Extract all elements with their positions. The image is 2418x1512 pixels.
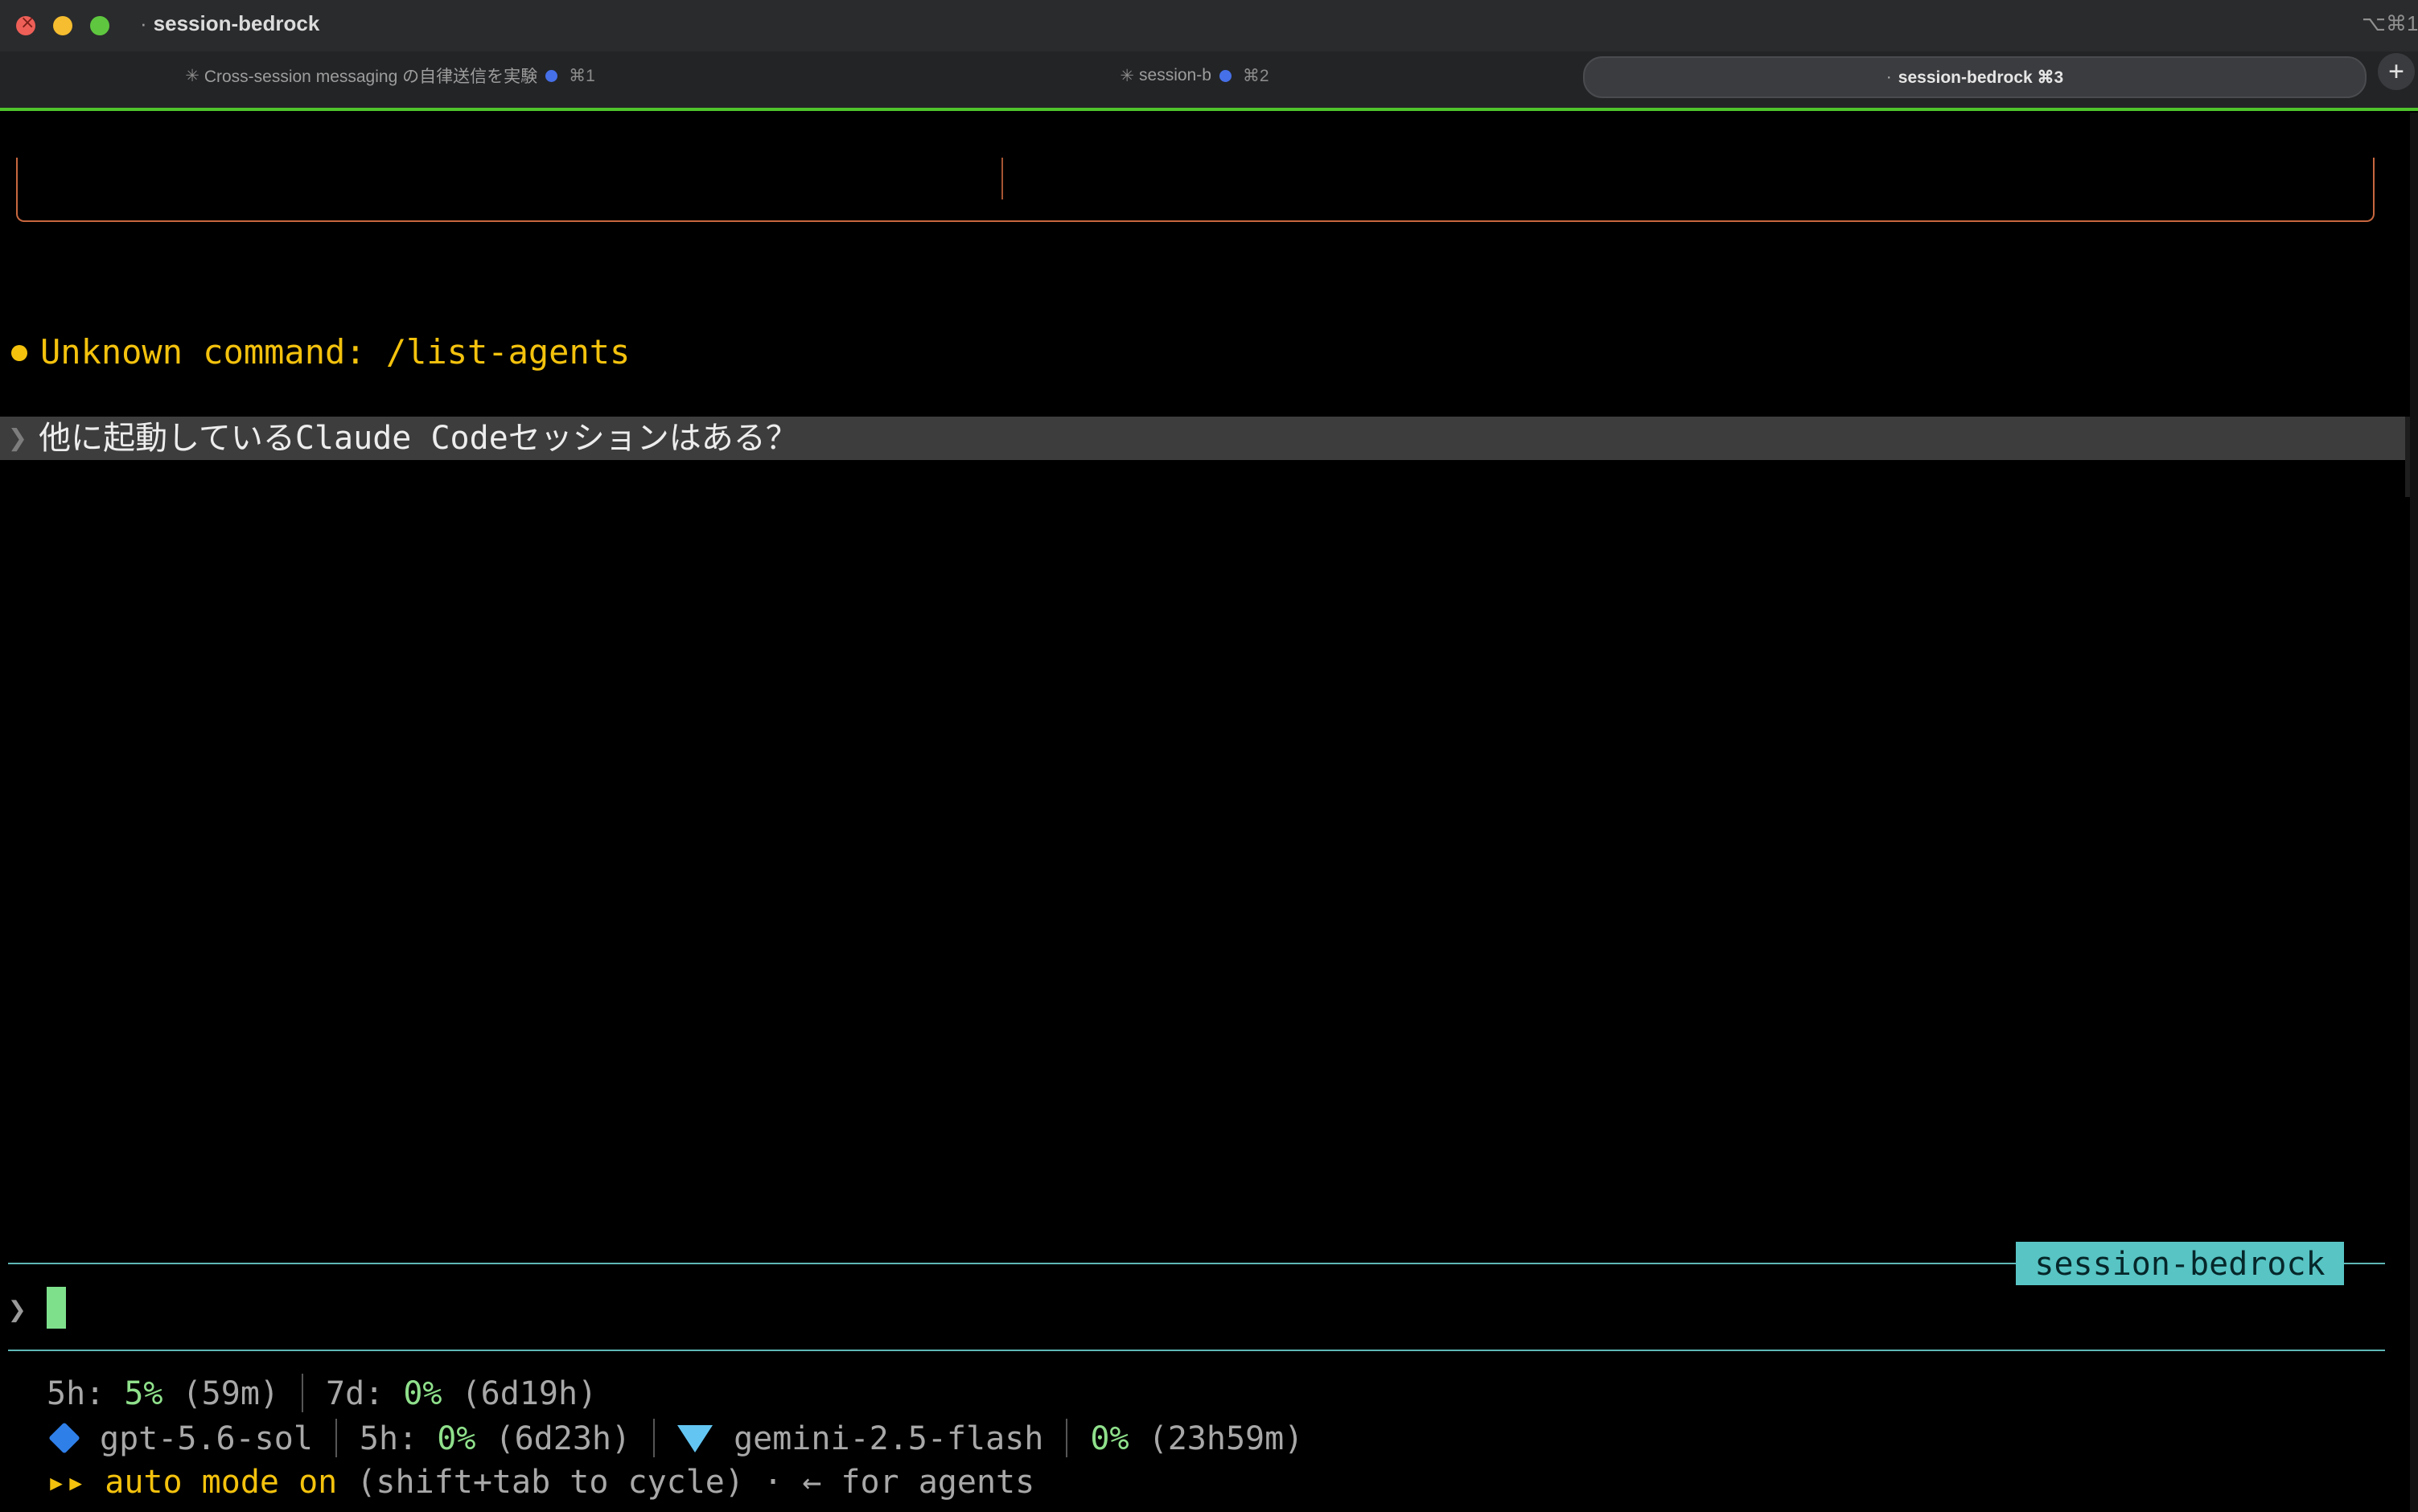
mode-status-line: ▸▸ auto mode on (shift+tab to cycle) · ←… bbox=[47, 1461, 1034, 1504]
input-separator-bottom bbox=[8, 1350, 2385, 1351]
model-2-percent: 0% bbox=[1090, 1420, 1129, 1457]
tab-label: Cross-session messaging の自律送信を実験 bbox=[204, 68, 538, 86]
divider bbox=[302, 1374, 303, 1412]
window-shortcut: ⌥⌘1 bbox=[2362, 11, 2418, 35]
unknown-command-message: Unknown command: /list-agents bbox=[8, 330, 630, 375]
tab-session-bedrock[interactable]: · session-bedrock ⌘3 bbox=[1583, 56, 2367, 98]
window-edge bbox=[2410, 113, 2418, 1512]
tab-session-b[interactable]: ✳ session-b ⌘2 bbox=[772, 56, 1617, 95]
text-cursor[interactable] bbox=[47, 1287, 66, 1329]
window-title-text: session-bedrock bbox=[153, 11, 320, 35]
minimize-window-button[interactable] bbox=[53, 16, 72, 35]
divider bbox=[335, 1419, 337, 1457]
close-window-button[interactable] bbox=[16, 13, 35, 35]
title-bar: ·session-bedrock ⌥⌘1 bbox=[0, 0, 2418, 51]
maximize-window-button[interactable] bbox=[90, 16, 109, 35]
window-title: · session-bedrock bbox=[140, 11, 319, 36]
user-message-row: ❯ 他に起動しているClaude Codeセッションはある？ bbox=[0, 417, 2405, 460]
usage-status-line: 5h: 5% (59m) 7d: 0% (6d19h) bbox=[47, 1372, 597, 1417]
title-dot: · bbox=[140, 11, 147, 35]
bullet-icon bbox=[11, 344, 27, 361]
tab-bar: ✳ Cross-session messaging の自律送信を実験 ⌘1 ✳ … bbox=[0, 51, 2418, 109]
gem-icon bbox=[677, 1425, 713, 1452]
tab-cross-session-messaging[interactable]: ✳ Cross-session messaging の自律送信を実験 ⌘1 bbox=[16, 56, 764, 95]
spark-icon: ✳ bbox=[1120, 66, 1135, 85]
model-2-reset: (23h59m) bbox=[1129, 1420, 1304, 1457]
mode-hint: (shift+tab to cycle) · ← for agents bbox=[337, 1464, 1035, 1501]
model-1-name: gpt-5.6-sol bbox=[100, 1420, 313, 1457]
tab-shortcut: ⌘1 bbox=[569, 66, 595, 85]
model-1-usage-label: 5h: bbox=[359, 1420, 438, 1457]
active-accent-line bbox=[0, 108, 2418, 111]
prompt-chevron-icon: ❯ bbox=[8, 1292, 27, 1327]
usage-5h-reset: (59m) bbox=[162, 1375, 279, 1412]
spark-icon: ✳ bbox=[185, 66, 199, 85]
box-divider bbox=[1001, 158, 1003, 199]
session-name-badge: session-bedrock bbox=[2016, 1242, 2344, 1285]
activity-dot-icon bbox=[1219, 69, 1232, 82]
model-status-line: gpt-5.6-sol 5h: 0% (6d23h) gemini-2.5-flas… bbox=[47, 1417, 1303, 1462]
usage-5h-label: 5h: bbox=[47, 1375, 125, 1412]
message-text: Unknown command: /list-agents bbox=[40, 332, 631, 372]
tab-label: session-bedrock ⌘3 bbox=[1898, 68, 2064, 87]
tab-dot: · bbox=[1885, 68, 1892, 86]
divider bbox=[1066, 1419, 1068, 1457]
model-2-name: gemini-2.5-flash bbox=[734, 1420, 1044, 1457]
usage-7d-reset: (6d19h) bbox=[442, 1375, 598, 1412]
divider bbox=[653, 1419, 656, 1457]
model-1-reset: (6d23h) bbox=[475, 1420, 631, 1457]
tab-label: session-b bbox=[1139, 66, 1211, 84]
tab-shortcut: ⌘2 bbox=[1242, 66, 1269, 85]
usage-7d-label: 7d: bbox=[326, 1375, 404, 1412]
previous-output-box bbox=[16, 158, 2375, 222]
fast-forward-icon: ▸▸ bbox=[47, 1464, 86, 1501]
usage-7d-percent: 0% bbox=[403, 1375, 442, 1412]
model-1-percent: 0% bbox=[437, 1420, 476, 1457]
chevron-icon: ❯ bbox=[8, 420, 28, 457]
new-tab-button[interactable]: + bbox=[2378, 53, 2415, 90]
user-message-text: 他に起動しているClaude Codeセッションはある？ bbox=[39, 420, 798, 457]
blue-diamond-icon bbox=[48, 1422, 80, 1454]
usage-5h-percent: 5% bbox=[124, 1375, 163, 1412]
auto-mode-label: auto mode on bbox=[105, 1464, 338, 1501]
activity-dot-icon bbox=[545, 69, 558, 82]
